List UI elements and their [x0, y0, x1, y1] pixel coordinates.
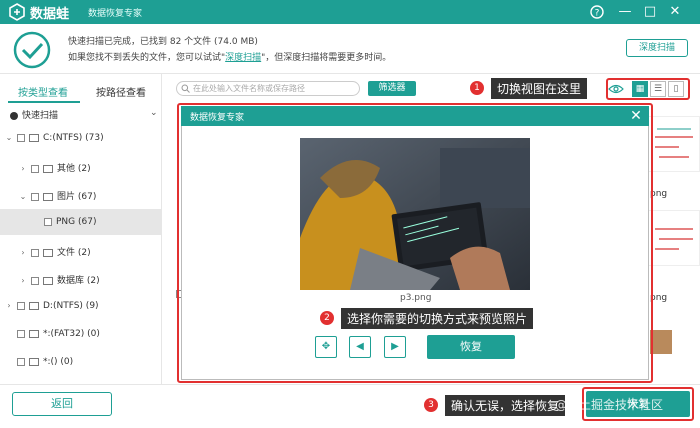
chevron-right-icon[interactable]: ›: [18, 164, 28, 173]
watermark: @稀土掘金技术社区: [555, 398, 664, 412]
callout-choose-mode: 选择你需要的切换方式来预览照片: [341, 308, 534, 329]
maximize-icon[interactable]: □: [640, 2, 660, 22]
checkbox[interactable]: [31, 248, 39, 257]
tab-by-path[interactable]: 按路径查看: [96, 84, 146, 99]
fit-screen-icon[interactable]: ✥: [315, 336, 337, 358]
dialog-restore-button[interactable]: 恢复: [427, 335, 515, 359]
checkbox[interactable]: [31, 276, 39, 285]
chevron-right-icon[interactable]: ›: [18, 276, 28, 285]
step-number-1: 1: [470, 81, 484, 95]
folder-icon: [43, 164, 53, 173]
tree-item-database[interactable]: › 数据库 (2): [18, 273, 99, 286]
scan-summary: 快速扫描已完成，已找到 82 个文件 (74.0 MB): [68, 37, 258, 47]
chevron-down-icon[interactable]: ⌄: [4, 133, 14, 142]
chevron-down-icon[interactable]: ⌄: [18, 192, 28, 201]
close-icon[interactable]: ✕: [665, 2, 685, 22]
dialog-close-icon[interactable]: ✕: [628, 108, 644, 124]
tree-item-unknown[interactable]: *:() (0): [4, 357, 73, 367]
list-view-icon[interactable]: ☰: [650, 81, 666, 97]
app-name: 数据蛙: [30, 7, 70, 22]
tree-item-png[interactable]: PNG (67): [0, 209, 161, 235]
eye-preview-icon[interactable]: [608, 82, 624, 96]
tree-item-documents[interactable]: › 文件 (2): [18, 245, 90, 258]
search-input[interactable]: 在此处输入文件名称或保存路径: [176, 81, 360, 96]
callout-switch-view: 切换视图在这里: [491, 78, 588, 99]
drive-icon: [29, 133, 39, 142]
back-button[interactable]: 返回: [12, 392, 112, 416]
window-title: 数据恢复专家: [88, 9, 143, 19]
chevron-down-icon[interactable]: ⌄: [150, 108, 158, 118]
step-number-2: 2: [320, 311, 334, 325]
tree-item-d-drive[interactable]: › D:(NTFS) (9): [4, 301, 98, 311]
checkbox[interactable]: [17, 357, 25, 366]
drive-icon: [29, 301, 39, 310]
file-thumbnail[interactable]: [650, 330, 672, 354]
deep-scan-link[interactable]: 深度扫描: [225, 53, 261, 63]
document-icon: [43, 248, 53, 257]
tab-by-type[interactable]: 按类型查看: [18, 84, 68, 99]
step-number-3: 3: [424, 398, 438, 412]
previous-icon[interactable]: ◀: [349, 336, 371, 358]
help-circle-icon[interactable]: ?: [587, 2, 607, 22]
active-tab-indicator: [8, 101, 80, 103]
deep-scan-hint: 如果您找不到丢失的文件，您可以试试"深度扫描"，但深度扫描将需要更多时间。: [68, 53, 392, 63]
preview-image: [300, 138, 530, 290]
chevron-right-icon[interactable]: ›: [4, 301, 14, 310]
file-thumbnail[interactable]: [648, 116, 700, 172]
tree-item-images[interactable]: ⌄ 图片 (67): [18, 189, 97, 202]
search-icon: [181, 84, 190, 93]
next-icon[interactable]: ▶: [384, 336, 406, 358]
checkbox[interactable]: [17, 133, 25, 142]
grid-view-icon[interactable]: ▦: [632, 81, 648, 97]
preview-caption: p3.png: [400, 293, 432, 303]
svg-text:?: ?: [595, 9, 600, 19]
deep-scan-button[interactable]: 深度扫描: [626, 39, 688, 57]
checkbox[interactable]: [17, 301, 25, 310]
drive-icon: [29, 357, 39, 366]
app-logo-icon: [9, 3, 25, 21]
quick-scan-node[interactable]: 快速扫描 ⌄: [10, 108, 160, 121]
detail-view-icon[interactable]: ▯: [668, 81, 684, 97]
scan-complete-check-icon: [13, 31, 51, 69]
chevron-right-icon[interactable]: ›: [18, 248, 28, 257]
checkbox[interactable]: [31, 164, 39, 173]
drive-icon: [29, 329, 39, 338]
checkbox[interactable]: [31, 192, 39, 201]
filter-button[interactable]: 筛选器: [368, 81, 416, 96]
minimize-icon[interactable]: —: [615, 2, 635, 22]
tree-item-fat32[interactable]: *:(FAT32) (0): [4, 329, 100, 339]
checkbox[interactable]: [17, 329, 25, 338]
image-icon: [43, 192, 53, 201]
check-filled-icon: [10, 111, 18, 120]
dialog-title: 数据恢复专家: [190, 113, 245, 123]
file-thumbnail[interactable]: [648, 210, 700, 266]
checkbox[interactable]: [44, 217, 52, 226]
dialog-title-bar: [181, 106, 649, 126]
scan-notice: [0, 24, 700, 74]
callout-confirm-recover: 确认无误，选择恢复: [445, 395, 566, 416]
tree-item-other[interactable]: › 其他 (2): [18, 161, 90, 174]
tree-item-c-drive[interactable]: ⌄ C:(NTFS) (73): [4, 133, 104, 143]
database-icon: [43, 276, 53, 285]
